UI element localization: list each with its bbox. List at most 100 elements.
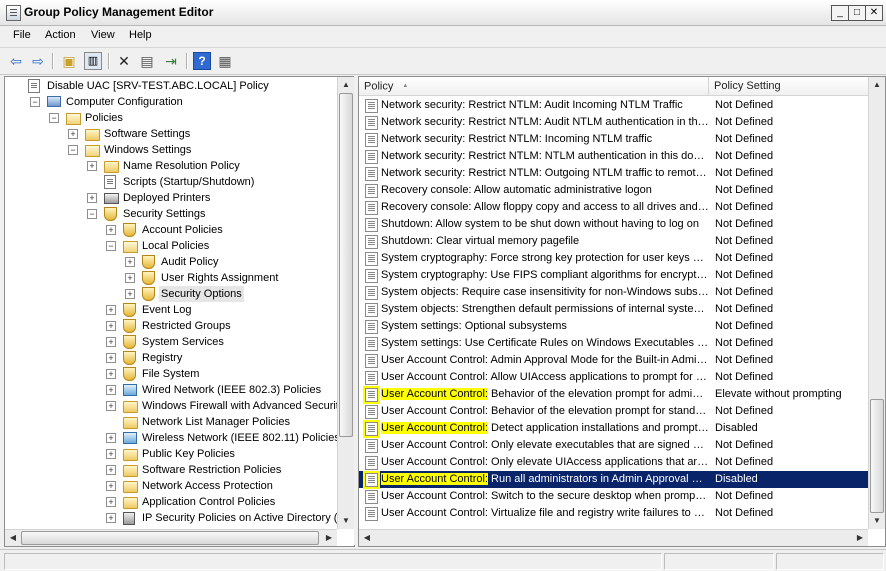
expand-icon[interactable]: + xyxy=(125,289,135,299)
scroll-up-icon[interactable]: ▲ xyxy=(338,77,354,93)
menu-action[interactable]: Action xyxy=(45,29,76,41)
tree-item[interactable]: + File System xyxy=(5,366,335,382)
collapse-icon[interactable]: − xyxy=(49,113,59,123)
tree-item[interactable]: + IP Security Policies on Active Director… xyxy=(5,510,354,526)
properties-icon[interactable]: ▤ xyxy=(138,52,156,70)
collapse-icon[interactable]: − xyxy=(30,97,40,107)
tree-item[interactable]: + Network Access Protection xyxy=(5,478,335,494)
expand-icon[interactable]: + xyxy=(106,353,116,363)
tree-item[interactable]: + Software Restriction Policies xyxy=(5,462,335,478)
expand-icon[interactable]: + xyxy=(106,321,116,331)
tree-hscroll-thumb[interactable] xyxy=(21,531,319,545)
policy-row[interactable]: Network security: Restrict NTLM: NTLM au… xyxy=(359,148,868,165)
policy-row[interactable]: Network security: Restrict NTLM: Audit I… xyxy=(359,97,868,114)
tree-item[interactable]: + Security Options xyxy=(5,286,335,302)
policy-row[interactable]: User Account Control: Only elevate UIAcc… xyxy=(359,454,868,471)
tree-item[interactable]: − Local Policies xyxy=(5,238,335,254)
expand-icon[interactable]: + xyxy=(68,129,78,139)
minimize-button[interactable]: _ xyxy=(831,5,849,21)
policy-row[interactable]: User Account Control: Behavior of the el… xyxy=(359,403,868,420)
policy-row[interactable]: System settings: Optional subsystems Not … xyxy=(359,318,868,335)
scroll-right-icon[interactable]: ▶ xyxy=(852,530,868,546)
policy-row[interactable]: Network security: Restrict NTLM: Incomin… xyxy=(359,131,868,148)
policy-row[interactable]: System cryptography: Use FIPS compliant … xyxy=(359,267,868,284)
menu-view[interactable]: View xyxy=(91,29,115,41)
scroll-up-icon[interactable]: ▲ xyxy=(869,77,885,93)
tree-item[interactable]: + Wired Network (IEEE 802.3) Policies xyxy=(5,382,335,398)
tree-horizontal-scrollbar[interactable]: ◀ ▶ xyxy=(5,529,337,546)
show-hide-tree-icon[interactable]: ▥ xyxy=(84,52,102,70)
collapse-icon[interactable]: − xyxy=(106,241,116,251)
policy-row[interactable]: System objects: Require case insensitivi… xyxy=(359,284,868,301)
expand-icon[interactable]: + xyxy=(106,385,116,395)
expand-icon[interactable]: + xyxy=(125,257,135,267)
policy-row[interactable]: System settings: Use Certificate Rules o… xyxy=(359,335,868,352)
help-icon[interactable]: ? xyxy=(193,52,211,70)
tree-item[interactable]: + Wireless Network (IEEE 802.11) Policies xyxy=(5,430,340,446)
policy-row[interactable]: System objects: Strengthen default permi… xyxy=(359,301,868,318)
tree-item[interactable]: + Audit Policy xyxy=(5,254,335,270)
expand-icon[interactable]: + xyxy=(106,369,116,379)
expand-icon[interactable]: + xyxy=(106,225,116,235)
list-horizontal-scrollbar[interactable]: ◀ ▶ xyxy=(359,529,868,546)
policy-row[interactable]: Shutdown: Clear virtual memory pagefile N… xyxy=(359,233,868,250)
list-vertical-scrollbar[interactable]: ▲ ▼ xyxy=(868,77,885,529)
tree-item[interactable]: + Registry xyxy=(5,350,335,366)
list-scroll-thumb[interactable] xyxy=(870,399,884,513)
expand-icon[interactable]: + xyxy=(87,193,97,203)
policy-row[interactable]: User Account Control: Allow UIAccess app… xyxy=(359,369,868,386)
tree-item[interactable]: Disable UAC [SRV-TEST.ABC.LOCAL] Policy xyxy=(5,78,335,94)
policy-row[interactable]: Network security: Restrict NTLM: Outgoin… xyxy=(359,165,868,182)
close-button[interactable]: ✕ xyxy=(865,5,883,21)
tree-item[interactable]: − Windows Settings xyxy=(5,142,335,158)
expand-icon[interactable]: + xyxy=(106,305,116,315)
scroll-left-icon[interactable]: ◀ xyxy=(5,530,21,546)
column-header-setting[interactable]: Policy Setting xyxy=(709,77,869,96)
policy-row[interactable]: Recovery console: Allow floppy copy and … xyxy=(359,199,868,216)
delete-icon[interactable]: ✕ xyxy=(115,52,133,70)
show-hide-action-pane-icon[interactable]: ▦ xyxy=(216,52,234,70)
expand-icon[interactable]: + xyxy=(106,401,116,411)
menu-file[interactable]: File xyxy=(13,29,31,41)
menu-help[interactable]: Help xyxy=(129,29,152,41)
tree-item[interactable]: + User Rights Assignment xyxy=(5,270,335,286)
tree-item[interactable]: + Account Policies xyxy=(5,222,335,238)
tree-item[interactable]: + Name Resolution Policy xyxy=(5,158,335,174)
policy-row[interactable]: Recovery console: Allow automatic admini… xyxy=(359,182,868,199)
tree-item[interactable]: + Restricted Groups xyxy=(5,318,335,334)
policy-row[interactable]: System cryptography: Force strong key pr… xyxy=(359,250,868,267)
scroll-down-icon[interactable]: ▼ xyxy=(338,513,354,529)
tree-item[interactable]: Scripts (Startup/Shutdown) xyxy=(5,174,335,190)
policy-row[interactable]: User Account Control: Detect application… xyxy=(359,420,868,437)
policy-row[interactable]: User Account Control: Run all administra… xyxy=(359,471,868,488)
scroll-left-icon[interactable]: ◀ xyxy=(359,530,375,546)
tree-item[interactable]: − Policies xyxy=(5,110,335,126)
up-folder-icon[interactable]: ▣ xyxy=(60,52,78,70)
collapse-icon[interactable]: − xyxy=(68,145,78,155)
policy-row[interactable]: User Account Control: Behavior of the el… xyxy=(359,386,868,403)
title-bar[interactable]: Group Policy Management Editor _ □ ✕ xyxy=(0,0,886,26)
maximize-button[interactable]: □ xyxy=(848,5,866,21)
tree-item[interactable]: Network List Manager Policies xyxy=(5,414,335,430)
tree-item[interactable]: + Windows Firewall with Advanced Security xyxy=(5,398,344,414)
scroll-down-icon[interactable]: ▼ xyxy=(869,513,885,529)
expand-icon[interactable]: + xyxy=(106,337,116,347)
policy-row[interactable]: Shutdown: Allow system to be shut down w… xyxy=(359,216,868,233)
column-header-policy[interactable]: Policy ▲ xyxy=(359,77,709,96)
expand-icon[interactable]: + xyxy=(125,273,135,283)
export-list-icon[interactable]: ⇥ xyxy=(162,52,180,70)
tree-item[interactable]: + Public Key Policies xyxy=(5,446,335,462)
policy-row[interactable]: Network security: Restrict NTLM: Audit N… xyxy=(359,114,868,131)
tree-item[interactable]: + Software Settings xyxy=(5,126,335,142)
policy-row[interactable]: User Account Control: Admin Approval Mod… xyxy=(359,352,868,369)
expand-icon[interactable]: + xyxy=(106,513,116,523)
tree-item[interactable]: + System Services xyxy=(5,334,335,350)
tree-item[interactable]: + Application Control Policies xyxy=(5,494,335,510)
back-arrow-icon[interactable]: ⇦ xyxy=(7,52,25,70)
console-tree[interactable]: Disable UAC [SRV-TEST.ABC.LOCAL] Policy −… xyxy=(4,76,355,547)
policy-row[interactable]: User Account Control: Virtualize file an… xyxy=(359,505,868,522)
tree-scroll-thumb[interactable] xyxy=(339,93,353,437)
tree-item[interactable]: − Computer Configuration xyxy=(5,94,335,110)
expand-icon[interactable]: + xyxy=(106,449,116,459)
expand-icon[interactable]: + xyxy=(106,465,116,475)
